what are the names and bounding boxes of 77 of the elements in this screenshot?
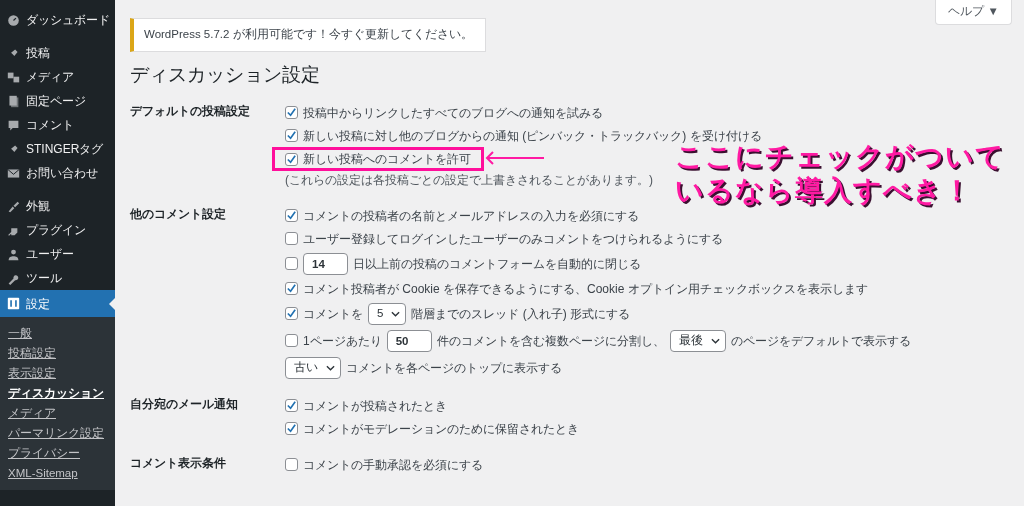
checkbox[interactable] bbox=[285, 399, 298, 413]
submenu-item[interactable]: 表示設定 bbox=[0, 363, 115, 383]
chevron-icon bbox=[326, 364, 335, 371]
dropdown[interactable]: 5 bbox=[368, 302, 407, 325]
submenu-item[interactable]: ディスカッション bbox=[0, 383, 115, 403]
person-icon bbox=[7, 247, 20, 261]
option-label: 新しい投稿へのコメントを許可 bbox=[303, 151, 471, 169]
notice-text: 。 bbox=[460, 28, 473, 40]
option-label: のページをデフォルトで表示する bbox=[730, 332, 911, 350]
checkbox[interactable] bbox=[285, 422, 298, 436]
chevron-icon bbox=[391, 310, 401, 317]
option-label: コメント投稿者が Cookie を保存できるようにする、Cookie オプトイン用チェックボックスを表示します bbox=[303, 280, 868, 298]
checkbox[interactable] bbox=[285, 129, 298, 143]
sidebar-item[interactable]: 投稿 bbox=[0, 41, 115, 65]
sidebar-item[interactable]: メディア bbox=[0, 65, 115, 89]
option-label: 件のコメントを含む複数ページに分割し、 bbox=[436, 332, 665, 350]
submenu-item[interactable]: メディア bbox=[0, 403, 115, 423]
checkbox[interactable] bbox=[285, 209, 298, 223]
update-link[interactable]: 今すぐ更新してください bbox=[328, 28, 461, 40]
section-label: コメント表示条件 bbox=[130, 456, 227, 472]
page-title: ディスカッション設定 bbox=[130, 64, 321, 88]
gauge-icon bbox=[7, 13, 20, 27]
option-label: 新しい投稿に対し他のブログからの通知 (ピンバック・トラックバック) を受け付ける bbox=[303, 127, 762, 145]
submenu-item[interactable]: プライバシー bbox=[0, 443, 115, 463]
brush-icon bbox=[7, 199, 20, 213]
pages-icon bbox=[7, 94, 20, 108]
annotation-text: いるなら導入すべき！ bbox=[675, 174, 972, 208]
checkbox[interactable] bbox=[285, 307, 298, 321]
help-note: (これらの設定は各投稿ごとの設定で上書きされることがあります。) bbox=[285, 172, 653, 190]
number-field[interactable]: 14 bbox=[303, 252, 348, 275]
checkbox[interactable] bbox=[285, 232, 298, 246]
option-label: コメントがモデレーションのために保留されたとき bbox=[303, 420, 579, 438]
option-label: コメントを各ページのトップに表示する bbox=[346, 359, 562, 377]
option-label: 1ページあたり bbox=[303, 332, 382, 350]
option-label: 日以上前の投稿のコメントフォームを自動的に閉じる bbox=[353, 255, 641, 273]
section-label: 他のコメント設定 bbox=[130, 206, 227, 223]
option-label: コメントが投稿されたとき bbox=[303, 397, 447, 415]
option-label: ユーザー登録してログインしたユーザーのみコメントをつけられるようにする bbox=[303, 230, 723, 248]
envelope-icon bbox=[7, 166, 20, 180]
checkbox[interactable] bbox=[285, 458, 298, 472]
notice-text: が利用可能です！ bbox=[231, 28, 329, 40]
submenu-item[interactable]: XML-Sitemap bbox=[0, 463, 115, 483]
chevron-icon bbox=[710, 337, 720, 344]
sidebar-item[interactable]: ユーザー bbox=[0, 242, 115, 266]
sidebar-item[interactable]: ダッシュボード bbox=[0, 8, 115, 32]
sidebar-item[interactable]: 固定ページ bbox=[0, 89, 115, 113]
submenu-item[interactable]: 一般 bbox=[0, 323, 115, 343]
help-tab[interactable]: ヘルプ ▼ bbox=[935, 0, 1012, 26]
media-icon bbox=[7, 70, 20, 84]
sidebar-item[interactable]: 設定 bbox=[0, 290, 115, 317]
annotation-arrow bbox=[485, 151, 545, 165]
sidebar-item[interactable]: プラグイン bbox=[0, 218, 115, 242]
option-label: 投稿中からリンクしたすべてのブログへの通知を試みる bbox=[303, 104, 603, 122]
checkbox[interactable] bbox=[285, 334, 298, 348]
sidebar-item[interactable]: お問い合わせ bbox=[0, 161, 115, 185]
section-label: 自分宛のメール通知 bbox=[130, 396, 239, 413]
submenu-item[interactable]: 投稿設定 bbox=[0, 343, 115, 363]
checkbox[interactable] bbox=[285, 106, 298, 120]
sidebar-item[interactable]: ツール bbox=[0, 266, 115, 290]
section-label: デフォルトの投稿設定 bbox=[130, 103, 251, 120]
option-label: 階層までのスレッド (入れ子) 形式にする bbox=[411, 305, 631, 323]
checkbox[interactable] bbox=[285, 152, 298, 166]
version-link[interactable]: WordPress 5.7.2 bbox=[144, 28, 230, 40]
option-label: コメントの手動承認を必須にする bbox=[303, 456, 483, 474]
submenu-item[interactable]: パーマリンク設定 bbox=[0, 423, 115, 443]
option-label: コメントの投稿者の名前とメールアドレスの入力を必須にする bbox=[303, 207, 639, 225]
sidebar-item[interactable]: コメント bbox=[0, 113, 115, 137]
speech-bubble-icon bbox=[7, 118, 20, 132]
sidebar-item[interactable]: 外観 bbox=[0, 194, 115, 218]
checkbox[interactable] bbox=[285, 282, 298, 296]
sliders-icon bbox=[7, 297, 20, 310]
dropdown[interactable]: 古い bbox=[285, 356, 341, 379]
number-field[interactable]: 50 bbox=[386, 329, 432, 352]
checkbox[interactable] bbox=[285, 257, 298, 271]
dropdown[interactable]: 最後 bbox=[669, 329, 726, 352]
sidebar-item[interactable]: STINGERタグ bbox=[0, 137, 115, 161]
option-label: コメントを bbox=[303, 305, 363, 323]
